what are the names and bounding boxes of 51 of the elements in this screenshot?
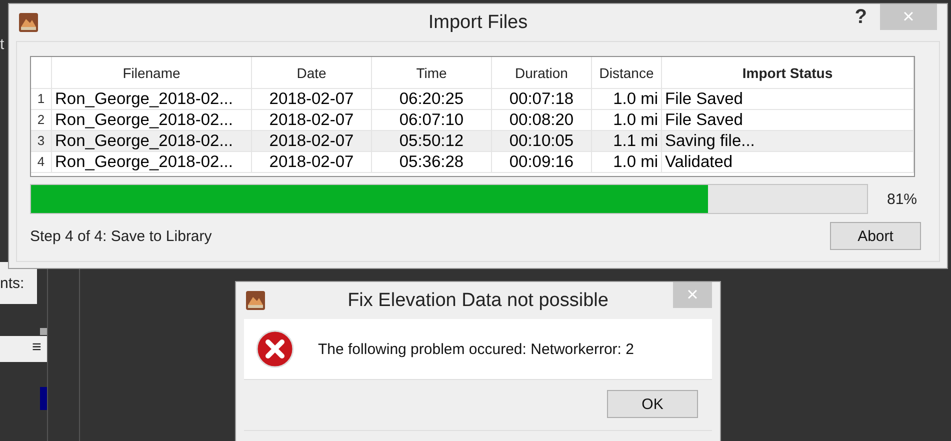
- table-cell: 00:07:18: [492, 89, 592, 110]
- table-cell: Ron_George_2018-02...: [52, 152, 252, 173]
- help-button[interactable]: ?: [854, 6, 867, 29]
- column-header[interactable]: Filename: [52, 57, 252, 89]
- column-header[interactable]: Distance: [592, 57, 662, 89]
- app-icon: [246, 291, 265, 310]
- table-cell: 00:09:16: [492, 152, 592, 173]
- table-cell: 2018-02-07: [252, 152, 372, 173]
- table-cell: Ron_George_2018-02...: [52, 89, 252, 110]
- error-icon: [256, 330, 294, 368]
- table-cell: Validated: [662, 152, 914, 173]
- row-number: 2: [31, 110, 52, 131]
- position-marker: [40, 387, 47, 410]
- table-cell: 00:08:20: [492, 110, 592, 131]
- row-number: 4: [31, 152, 52, 173]
- table-cell: Saving file...: [662, 131, 914, 152]
- step-label: Step 4 of 4: Save to Library: [30, 228, 212, 244]
- table-cell: 1.0 mi: [592, 89, 662, 110]
- window-title: Fix Elevation Data not possible: [348, 290, 608, 312]
- table-cell: 00:10:05: [492, 131, 592, 152]
- table-cell: 06:07:10: [372, 110, 492, 131]
- table-cell: 1.0 mi: [592, 110, 662, 131]
- ok-button[interactable]: OK: [607, 390, 698, 418]
- menu-icon[interactable]: ≡: [32, 339, 42, 357]
- table-cell: Ron_George_2018-02...: [52, 110, 252, 131]
- column-header[interactable]: Duration: [492, 57, 592, 89]
- column-header[interactable]: Import Status: [662, 57, 914, 89]
- table-cell: 2018-02-07: [252, 131, 372, 152]
- scroll-marker: [40, 328, 47, 335]
- table-cell: 1.0 mi: [592, 152, 662, 173]
- table-cell: 06:20:25: [372, 89, 492, 110]
- table-cell: File Saved: [662, 89, 914, 110]
- window-title: Import Files: [428, 12, 528, 34]
- table-cell: 1.1 mi: [592, 131, 662, 152]
- column-header[interactable]: Date: [252, 57, 372, 89]
- row-number: 1: [31, 89, 52, 110]
- column-header[interactable]: Time: [372, 57, 492, 89]
- background-bar: [0, 336, 47, 362]
- progress-percent: 81%: [887, 190, 918, 208]
- background-text: nts:: [0, 275, 24, 292]
- table-cell: 05:50:12: [372, 131, 492, 152]
- background-text: t: [0, 36, 4, 53]
- app-icon: [19, 13, 38, 32]
- table-cell: Ron_George_2018-02...: [52, 131, 252, 152]
- table-cell: 2018-02-07: [252, 110, 372, 131]
- error-message: The following problem occured: Networkerror: 2: [318, 340, 634, 358]
- abort-button[interactable]: Abort: [830, 222, 921, 250]
- table-cell: 2018-02-07: [252, 89, 372, 110]
- table-cell: File Saved: [662, 110, 914, 131]
- row-number: 3: [31, 131, 52, 152]
- table-cell: 05:36:28: [372, 152, 492, 173]
